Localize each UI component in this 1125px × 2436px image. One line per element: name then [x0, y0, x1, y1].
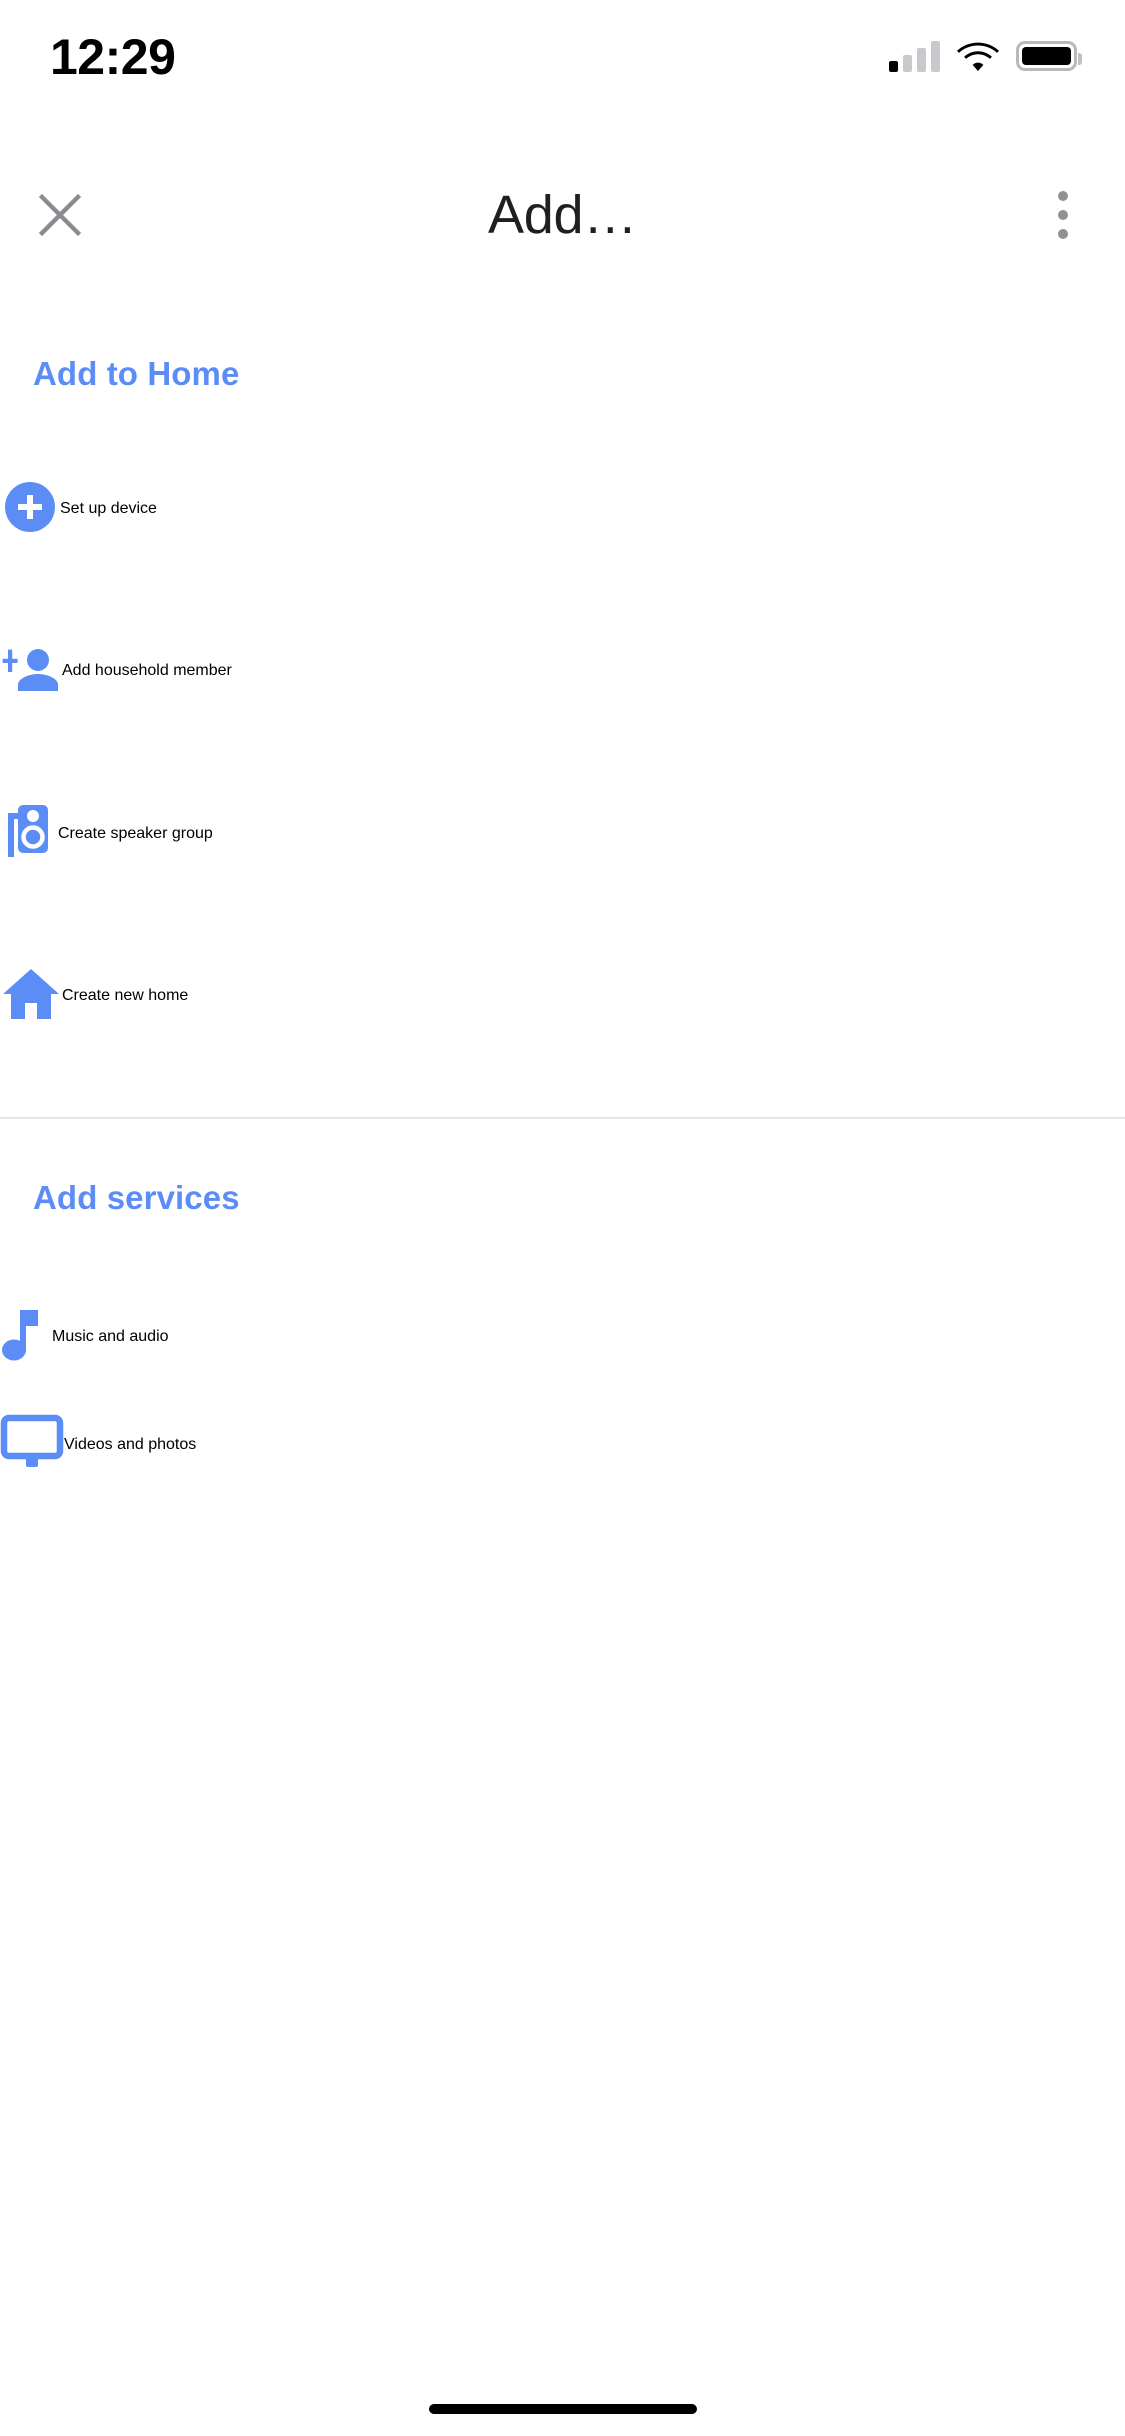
list-item-add-household-member[interactable]: Add household member [0, 617, 1125, 725]
list-item-label: Videos and photos [64, 1436, 196, 1454]
status-bar-clock: 12:29 [50, 27, 250, 87]
list-item-label: Add household member [62, 662, 232, 680]
speaker-group-icon [0, 801, 58, 868]
list-item-create-speaker-group[interactable]: Create speaker group [0, 780, 1125, 888]
section-divider [0, 1117, 1125, 1119]
music-note-icon [0, 1304, 52, 1371]
battery-icon [1016, 41, 1077, 71]
list-item-videos-and-photos[interactable]: Videos and photos [0, 1391, 1125, 1499]
more-vertical-icon-dot [1058, 210, 1068, 220]
status-bar-indicators [889, 30, 1077, 82]
status-bar: 12:29 [0, 0, 1125, 132]
list-item-set-up-device[interactable]: Set up device [0, 455, 1125, 563]
more-vertical-icon-dot [1058, 229, 1068, 239]
section-add-to-home: Add to Home [0, 344, 1125, 404]
wifi-icon [957, 40, 999, 72]
more-vertical-icon [1058, 191, 1068, 201]
home-indicator-bar[interactable] [429, 2404, 697, 2414]
list-item-create-new-home[interactable]: Create new home [0, 942, 1125, 1050]
cellular-signal-icon [889, 40, 940, 72]
list-item-label: Set up device [60, 500, 157, 518]
home-icon [0, 965, 62, 1028]
add-circle-icon [0, 477, 60, 542]
list-item-label: Create speaker group [58, 825, 213, 843]
section-header-add-to-home: Add to Home [0, 344, 1125, 404]
person-add-icon [0, 639, 62, 704]
section-header-add-services: Add services [0, 1168, 1125, 1228]
section-add-services: Add services [0, 1168, 1125, 1228]
tv-monitor-icon [0, 1414, 64, 1477]
list-item-label: Create new home [62, 987, 188, 1005]
list-item-music-and-audio[interactable]: Music and audio [0, 1283, 1125, 1391]
app-bar: Add… [0, 160, 1125, 270]
overflow-menu-button[interactable] [1025, 177, 1101, 253]
list-item-label: Music and audio [52, 1328, 169, 1346]
page-title: Add… [0, 160, 1125, 270]
app-screen: 12:29 Add… Add to Home [0, 0, 1125, 2436]
